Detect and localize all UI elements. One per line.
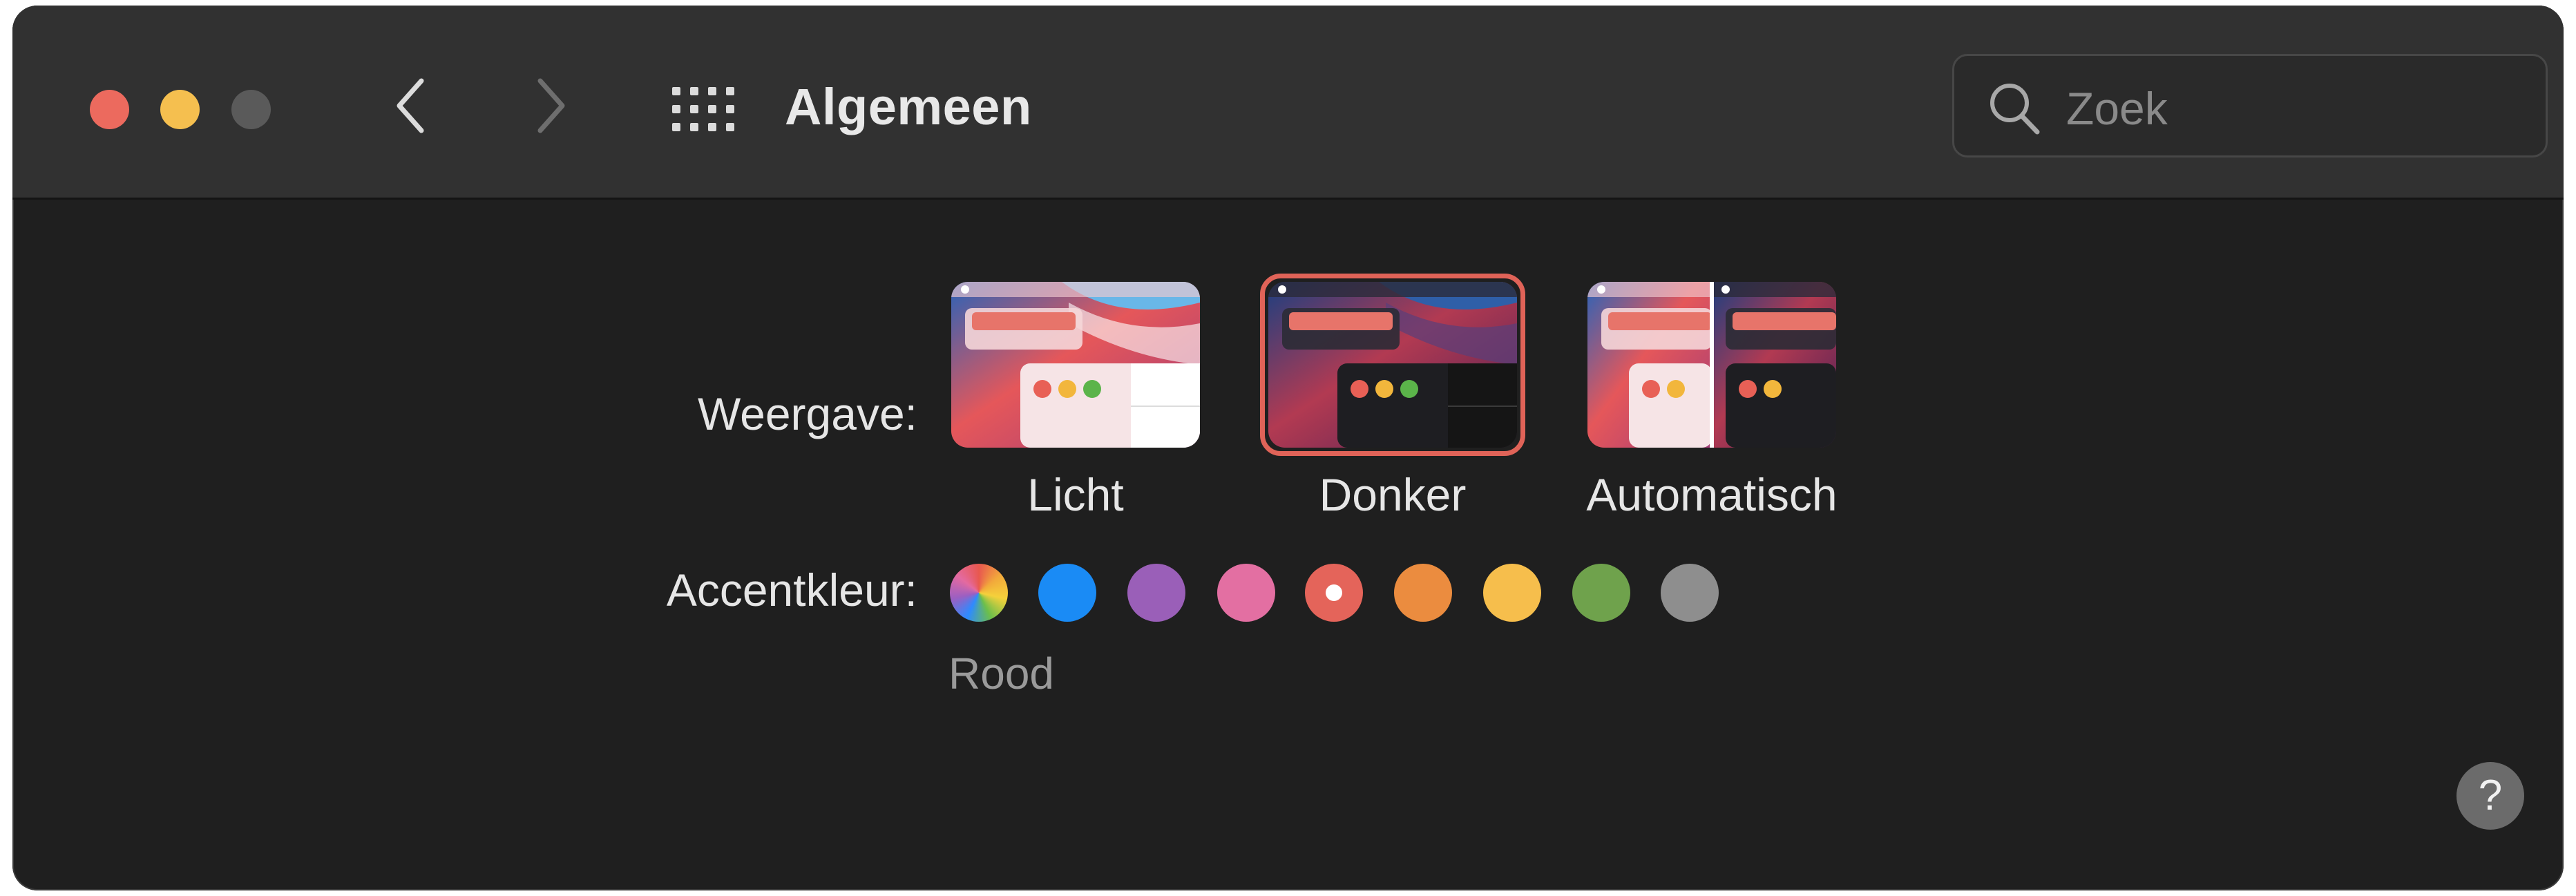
search-input[interactable] [2065,77,2517,140]
accent-purple-swatch[interactable] [1127,564,1185,622]
accent-orange-swatch[interactable] [1394,564,1452,622]
appearance-light-option[interactable] [951,282,1200,448]
chevron-right-icon [537,78,565,133]
close-button[interactable] [90,90,129,129]
appearance-auto-label: Automatisch [1586,469,1838,520]
title-bar: Algemeen [12,6,2564,200]
appearance-label: Weergave: [698,388,917,439]
accent-yellow-swatch[interactable] [1483,564,1541,622]
accent-multicolor-swatch[interactable] [950,564,1008,622]
help-button[interactable]: ? [2456,762,2524,830]
search-icon [1990,84,2040,135]
accent-blue-swatch[interactable] [1038,564,1096,622]
minimize-button[interactable] [160,90,200,129]
dark-mode-thumbnail [1268,282,1517,448]
forward-button[interactable] [531,71,572,140]
chevron-left-icon [397,78,424,133]
auto-mode-thumbnail [1587,282,1836,448]
appearance-auto-option[interactable] [1587,282,1836,448]
light-mode-thumbnail [951,282,1200,448]
accent-graphite-swatch[interactable] [1661,564,1719,622]
window-title: Algemeen [785,78,1032,135]
selected-accent-name: Rood [948,649,1054,698]
accent-red-swatch[interactable] [1305,564,1363,622]
appearance-dark-label: Donker [1319,469,1467,520]
appearance-light-label: Licht [1027,469,1124,520]
preferences-window: Algemeen Weergave: [12,6,2564,890]
selected-indicator [1326,584,1342,601]
grid-icon [672,87,734,131]
search-field[interactable] [1952,54,2548,158]
show-all-button[interactable] [672,87,734,131]
maximize-button[interactable] [231,90,271,129]
accent-color-label: Accentkleur: [666,564,917,616]
appearance-dark-option[interactable] [1268,282,1517,448]
back-button[interactable] [390,71,431,140]
accent-green-swatch[interactable] [1572,564,1630,622]
accent-pink-swatch[interactable] [1217,564,1275,622]
